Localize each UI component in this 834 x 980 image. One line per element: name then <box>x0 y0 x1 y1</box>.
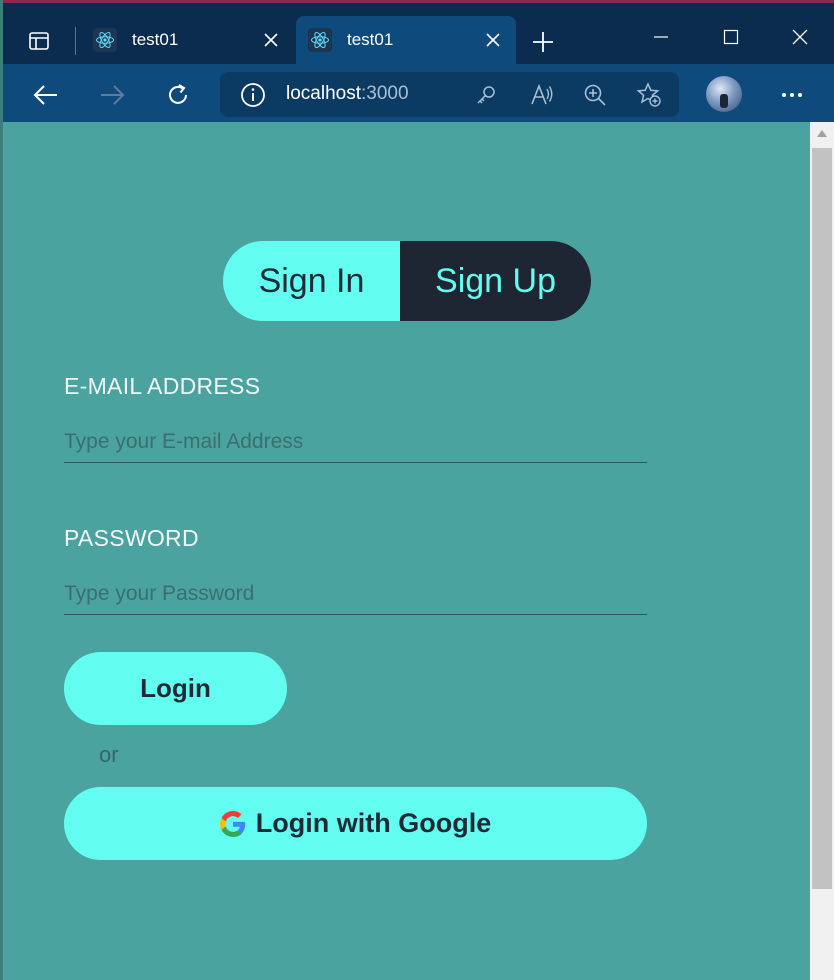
tab-actions-button[interactable] <box>21 23 57 59</box>
url-text[interactable]: localhost:3000 <box>286 83 409 105</box>
url-host: localhost <box>286 83 361 104</box>
minimize-button[interactable] <box>639 17 683 57</box>
tab-close-button[interactable] <box>256 25 286 55</box>
refresh-button[interactable] <box>159 76 197 114</box>
url-port: :3000 <box>361 83 409 104</box>
tab-title: test01 <box>132 30 179 49</box>
email-label: E-MAIL ADDRESS <box>64 373 261 399</box>
minimize-icon <box>654 36 668 38</box>
react-icon <box>308 28 332 52</box>
profile-avatar[interactable] <box>706 76 742 112</box>
address-bar[interactable]: localhost:3000 <box>220 72 679 117</box>
react-icon <box>93 28 117 52</box>
page-content: Sign In Sign Up E-MAIL ADDRESS PASSWORD … <box>3 122 810 980</box>
zoom-icon[interactable] <box>582 82 608 108</box>
or-separator: or <box>99 742 119 767</box>
window-close-button[interactable] <box>778 17 822 57</box>
email-input[interactable] <box>64 421 647 463</box>
close-icon <box>792 29 808 45</box>
tab-test01-active[interactable]: test01 <box>296 16 516 64</box>
google-icon <box>219 810 246 837</box>
scroll-up-arrow-icon[interactable] <box>817 130 827 137</box>
tab-bar: test01 test01 <box>3 3 834 64</box>
ellipsis-icon <box>782 93 802 97</box>
read-aloud-icon[interactable] <box>529 82 555 108</box>
refresh-icon <box>169 84 187 104</box>
tab-separator <box>75 27 76 55</box>
browser-toolbar: localhost:3000 <box>3 64 834 122</box>
google-login-label: Login with Google <box>255 808 492 838</box>
plus-icon <box>533 32 553 52</box>
vertical-scrollbar[interactable] <box>810 122 834 980</box>
close-icon <box>264 33 278 47</box>
tab-close-button[interactable] <box>478 25 508 55</box>
password-input[interactable] <box>64 573 647 615</box>
password-label: PASSWORD <box>64 525 199 551</box>
tab-test01-inactive[interactable]: test01 <box>81 16 294 64</box>
info-icon[interactable] <box>240 82 266 113</box>
maximize-button[interactable] <box>709 17 753 57</box>
google-login-button[interactable]: Login with Google <box>64 787 647 860</box>
arrow-left-icon <box>33 85 57 105</box>
tab-title: test01 <box>347 30 394 49</box>
arrow-right-icon <box>101 85 125 105</box>
scrollbar-thumb[interactable] <box>812 148 832 889</box>
new-tab-button[interactable] <box>527 26 559 58</box>
add-favorite-icon[interactable] <box>636 82 662 108</box>
more-menu-button[interactable] <box>773 78 811 112</box>
login-button[interactable]: Login <box>64 652 287 725</box>
back-button[interactable] <box>27 76 65 114</box>
key-icon[interactable] <box>473 82 499 108</box>
sign-in-tab[interactable]: Sign In <box>223 241 400 321</box>
forward-button[interactable] <box>93 76 131 114</box>
auth-mode-toggle: Sign In Sign Up <box>223 241 591 321</box>
maximize-icon <box>723 29 739 45</box>
tab-actions-icon <box>29 32 49 50</box>
sign-up-tab[interactable]: Sign Up <box>400 241 591 321</box>
close-icon <box>486 33 500 47</box>
browser-window: test01 test01 localhost:3000 Sign In Sig… <box>3 3 834 980</box>
